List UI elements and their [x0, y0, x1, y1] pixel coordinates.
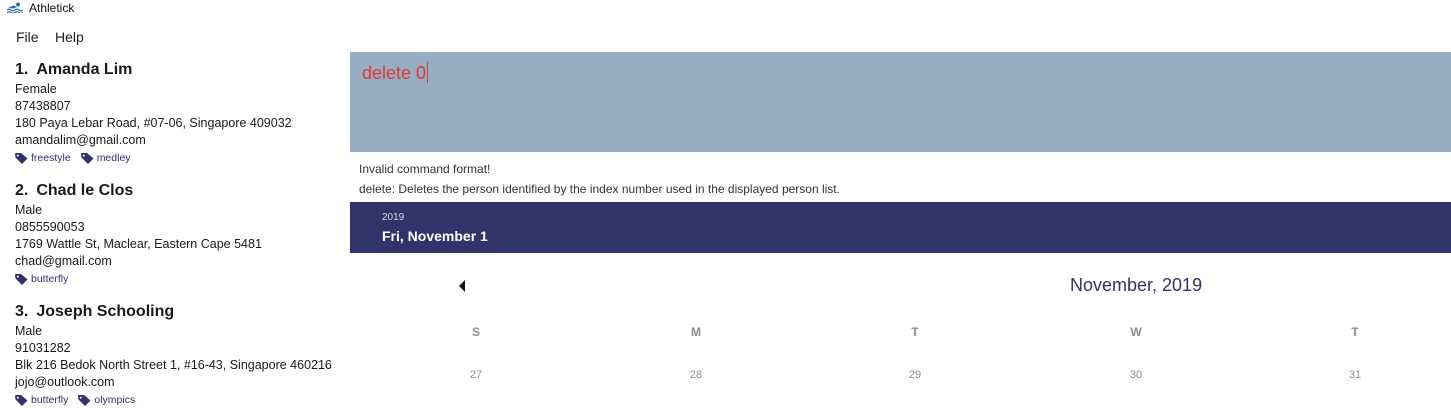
calendar-selected-date: Fri, November 1 — [382, 228, 488, 244]
tag-list: butterfly — [15, 271, 345, 287]
person-index: 3. — [15, 303, 29, 320]
command-input[interactable]: delete 0 — [362, 62, 429, 84]
tag-list: butterfly olympics — [15, 392, 345, 408]
person-name: Amanda Lim — [36, 61, 133, 78]
title-bar: Athletick — [0, 0, 1451, 16]
tag: medley — [80, 152, 131, 164]
calendar-year[interactable]: 2019 — [382, 212, 404, 223]
person-email: amandalim@gmail.com — [15, 133, 146, 147]
calendar-header: 2019 Fri, November 1 — [350, 202, 1451, 253]
tag-icon — [15, 152, 28, 164]
tag: freestyle — [15, 152, 71, 164]
person-name-row: 2. Chad le Clos — [15, 180, 345, 202]
person-address: Blk 216 Bedok North Street 1, #16-43, Si… — [15, 358, 332, 372]
result-line-usage: delete: Deletes the person identified by… — [359, 182, 840, 196]
person-address: 180 Paya Lebar Road, #07-06, Singapore 4… — [15, 116, 292, 130]
person-address: 1769 Wattle St, Maclear, Eastern Cape 54… — [15, 237, 262, 251]
menu-help[interactable]: Help — [55, 29, 84, 45]
month-label: November, 2019 — [1070, 275, 1203, 295]
tag-list: freestyle medley — [15, 150, 345, 166]
weekday-header: W — [1130, 325, 1142, 339]
command-input-value[interactable]: delete 0 — [362, 63, 426, 83]
weekday-header: M — [691, 325, 701, 339]
previous-month-arrow-icon[interactable] — [456, 279, 468, 293]
person-name: Chad le Clos — [36, 182, 134, 199]
person-email: jojo@outlook.com — [15, 375, 115, 389]
tag-label: freestyle — [31, 152, 71, 164]
person-phone: 0855590053 — [15, 220, 85, 234]
tag-label: medley — [96, 152, 131, 164]
weekday-header: T — [1351, 325, 1359, 339]
swimmer-icon — [7, 2, 23, 13]
tag: butterfly — [15, 394, 68, 406]
calendar-day[interactable]: 28 — [676, 369, 716, 381]
command-box[interactable]: delete 0 — [350, 52, 1451, 152]
person-phone: 87438807 — [15, 99, 71, 113]
weekday-header: T — [911, 325, 919, 339]
person-list[interactable]: 1. Amanda Lim Female 87438807 180 Paya Le… — [0, 56, 350, 408]
calendar-day[interactable]: 27 — [456, 369, 496, 381]
tag-label: olympics — [94, 394, 136, 406]
calendar-day[interactable]: 29 — [895, 369, 935, 381]
person-name-row: 3. Joseph Schooling — [15, 301, 345, 323]
person-card[interactable]: 3. Joseph Schooling Male 91031282 Blk 216… — [15, 301, 345, 408]
person-card[interactable]: 1. Amanda Lim Female 87438807 180 Paya Le… — [15, 59, 345, 166]
person-index: 1. — [15, 61, 29, 78]
person-gender: Male — [15, 324, 43, 338]
person-gender: Male — [15, 203, 43, 217]
person-name: Joseph Schooling — [36, 303, 175, 320]
calendar-day[interactable]: 30 — [1116, 369, 1156, 381]
person-card[interactable]: 2. Chad le Clos Male 0855590053 1769 Watt… — [15, 180, 345, 287]
tag-icon — [15, 394, 28, 406]
tag: olympics — [78, 394, 135, 406]
result-display: Invalid command format! delete: Deletes … — [359, 159, 1439, 199]
menu-file[interactable]: File — [16, 29, 39, 45]
window-title: Athletick — [29, 1, 75, 15]
person-email: chad@gmail.com — [15, 254, 112, 268]
tag-icon — [15, 273, 28, 285]
person-gender: Female — [15, 82, 57, 96]
person-phone: 91031282 — [15, 341, 71, 355]
weekday-header: S — [471, 325, 480, 339]
tag-label: butterfly — [31, 394, 69, 406]
person-name-row: 1. Amanda Lim — [15, 59, 345, 81]
tag-label: butterfly — [31, 273, 69, 285]
calendar-day[interactable]: 31 — [1335, 369, 1375, 381]
tag-icon — [80, 152, 94, 164]
tag-icon — [78, 394, 91, 406]
tag: butterfly — [15, 273, 68, 285]
result-line-error: Invalid command format! — [359, 162, 491, 176]
person-index: 2. — [15, 182, 29, 199]
text-caret — [427, 62, 429, 83]
calendar: November, 2019 S M T W T 27 28 29 30 31 — [350, 253, 1451, 408]
